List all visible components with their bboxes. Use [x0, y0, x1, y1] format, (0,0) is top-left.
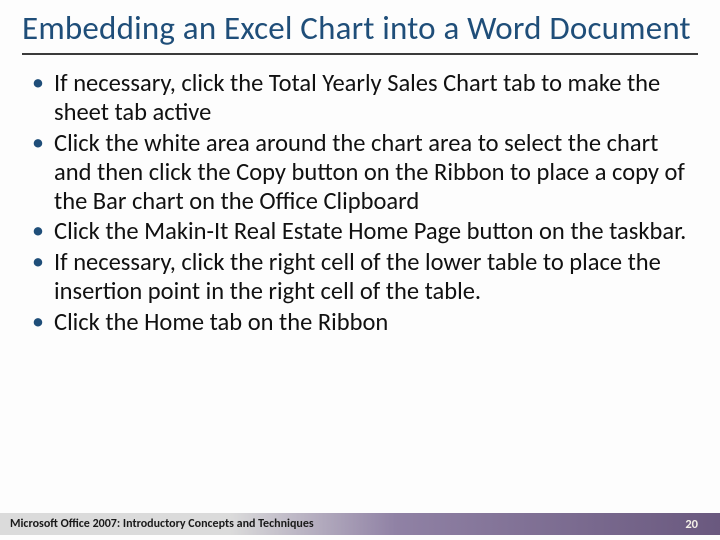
slide-title: Embedding an Excel Chart into a Word Doc… [22, 10, 698, 55]
bullet-item: Click the white area around the chart ar… [26, 129, 698, 216]
slide-content: If necessary, click the Total Yearly Sal… [22, 69, 698, 337]
bullet-list: If necessary, click the Total Yearly Sal… [22, 69, 698, 337]
bullet-item: Click the Makin-It Real Estate Home Page… [26, 217, 698, 246]
bullet-item: If necessary, click the right cell of th… [26, 248, 698, 306]
slide: Embedding an Excel Chart into a Word Doc… [0, 0, 720, 540]
page-number: 20 [685, 517, 698, 532]
footer: Microsoft Office 2007: Introductory Conc… [0, 513, 720, 535]
bullet-item: Click the Home tab on the Ribbon [26, 308, 698, 337]
bullet-item: If necessary, click the Total Yearly Sal… [26, 69, 698, 127]
footer-text: Microsoft Office 2007: Introductory Conc… [6, 517, 314, 531]
